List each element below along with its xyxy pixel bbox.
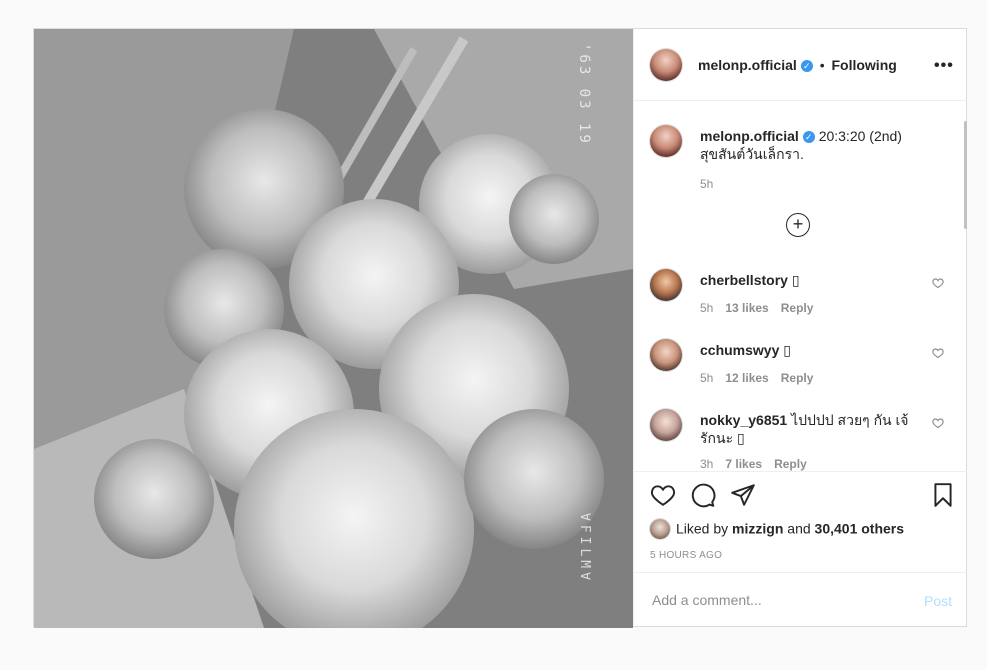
likes-others-link[interactable]: 30,401 others xyxy=(815,521,905,537)
reply-button[interactable]: Reply xyxy=(781,301,814,315)
caption-text-line2: สุขสันต์วันเล็กรา. xyxy=(700,146,804,162)
verified-badge-icon: ✓ xyxy=(802,131,815,144)
post-header: melonp.official ✓ • Following ••• xyxy=(634,29,967,101)
like-comment-heart-icon[interactable] xyxy=(932,347,944,359)
comment-bubble-icon[interactable] xyxy=(690,482,716,508)
comment-likes[interactable]: 13 likes xyxy=(725,301,768,315)
caption-time[interactable]: 5h xyxy=(700,177,713,191)
comment-likes[interactable]: 7 likes xyxy=(725,457,762,471)
comment-username[interactable]: nokky_y6851 xyxy=(700,412,787,428)
header-separator: • xyxy=(819,57,825,73)
comment-text-block: cchumswyy ▯ xyxy=(700,341,914,359)
comment-time[interactable]: 5h xyxy=(700,371,713,385)
comment-input[interactable] xyxy=(650,591,914,609)
comments-panel[interactable]: melonp.official ✓ 20:3:20 (2nd) สุขสันต์ว… xyxy=(634,101,967,471)
liker-username[interactable]: mizzign xyxy=(732,521,783,537)
comment-item: cchumswyy ▯ 5h 12 likes Reply xyxy=(650,339,950,399)
more-options-icon[interactable]: ••• xyxy=(934,57,954,75)
date-stamp: '63 03 19 xyxy=(576,43,592,146)
comment-time[interactable]: 3h xyxy=(700,457,713,471)
share-paper-plane-icon[interactable] xyxy=(730,482,756,508)
caption-username[interactable]: melonp.official xyxy=(700,128,799,144)
post-card: '63 03 19 ∀FILM∀ melonp.official ✓ • Foll… xyxy=(33,28,967,628)
save-bookmark-icon[interactable] xyxy=(930,482,956,508)
comment-meta: 5h 12 likes Reply xyxy=(700,371,825,385)
post-actions: Liked by mizzign and 30,401 others 5 HOU… xyxy=(634,471,967,626)
caption-meta: 5h xyxy=(700,177,725,191)
comment-time[interactable]: 5h xyxy=(700,301,713,315)
liker-avatar[interactable] xyxy=(650,519,670,539)
comment-meta: 3h 7 likes Reply xyxy=(700,457,819,471)
like-heart-icon[interactable] xyxy=(650,482,676,508)
comment-text: ▯ xyxy=(791,272,800,288)
likes-conjunction: and xyxy=(787,520,811,537)
comment-text-block: nokky_y6851 ไปปปป สวยๆ กัน เจ้รักนะ ▯ xyxy=(700,411,914,447)
add-comment-bar: Post xyxy=(634,572,967,627)
comment-likes[interactable]: 12 likes xyxy=(725,371,768,385)
post-timestamp[interactable]: 5 HOURS AGO xyxy=(650,550,722,561)
header-user-line: melonp.official ✓ • Following xyxy=(698,57,897,73)
comment-item: cherbellstory ▯ 5h 13 likes Reply xyxy=(650,269,950,329)
like-comment-heart-icon[interactable] xyxy=(932,277,944,289)
post-sidebar: melonp.official ✓ • Following ••• melonp.… xyxy=(633,29,967,626)
commenter-avatar[interactable] xyxy=(650,409,682,441)
commenter-avatar[interactable] xyxy=(650,269,682,301)
caption: melonp.official ✓ 20:3:20 (2nd) สุขสันต์ว… xyxy=(650,125,950,191)
comment-username[interactable]: cherbellstory xyxy=(700,272,788,288)
caption-text-block: melonp.official ✓ 20:3:20 (2nd) สุขสันต์ว… xyxy=(700,127,914,163)
roses-image xyxy=(34,29,633,628)
post-photo[interactable]: '63 03 19 ∀FILM∀ xyxy=(34,29,633,628)
reply-button[interactable]: Reply xyxy=(781,371,814,385)
comment-meta: 5h 13 likes Reply xyxy=(700,301,825,315)
likes-summary: Liked by mizzign and 30,401 others xyxy=(650,519,905,540)
author-avatar[interactable] xyxy=(650,49,682,81)
film-stamp: ∀FILM∀ xyxy=(577,513,592,584)
comment-item: nokky_y6851 ไปปปป สวยๆ กัน เจ้รักนะ ▯ 3h… xyxy=(650,409,950,471)
author-username[interactable]: melonp.official xyxy=(698,57,797,73)
following-button[interactable]: Following xyxy=(831,57,896,73)
comment-username[interactable]: cchumswyy xyxy=(700,342,779,358)
comment-text: ▯ xyxy=(783,342,791,358)
reply-button[interactable]: Reply xyxy=(774,457,807,471)
likes-prefix: Liked by xyxy=(676,520,729,537)
caption-avatar[interactable] xyxy=(650,125,682,157)
comments-scrollbar[interactable] xyxy=(964,121,967,229)
post-comment-button[interactable]: Post xyxy=(924,593,952,609)
caption-text: 20:3:20 (2nd) xyxy=(818,128,902,144)
like-comment-heart-icon[interactable] xyxy=(932,417,944,429)
commenter-avatar[interactable] xyxy=(650,339,682,371)
load-more-comments-button[interactable]: + xyxy=(786,213,810,237)
comment-text-block: cherbellstory ▯ xyxy=(700,271,914,289)
verified-badge-icon: ✓ xyxy=(800,60,813,73)
